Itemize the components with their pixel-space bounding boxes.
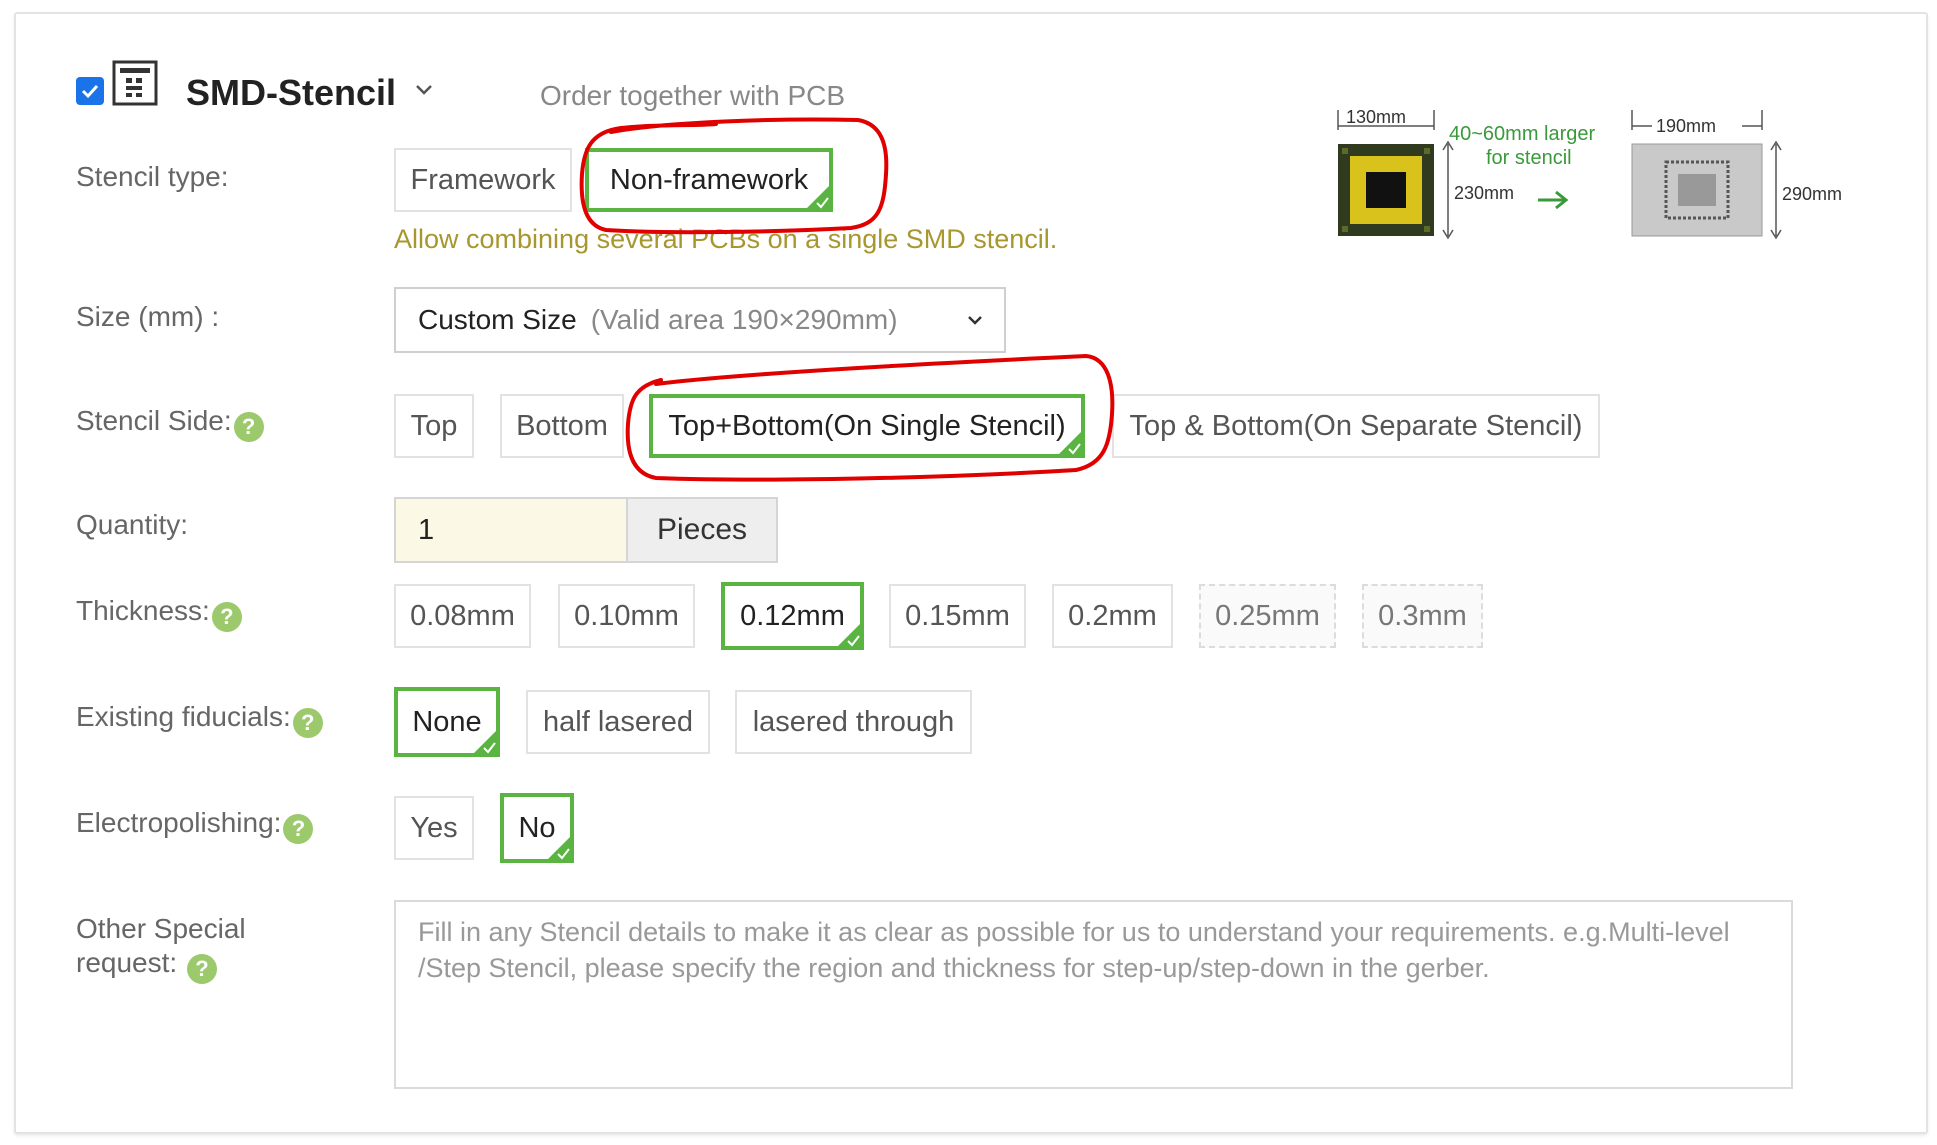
selected-check-icon: [836, 622, 862, 648]
fiducials-half-lasered[interactable]: half lasered: [526, 690, 710, 754]
stencil-side-bottom[interactable]: Bottom: [500, 394, 624, 458]
electropolishing-label-text: Electropolishing:: [76, 807, 282, 838]
dim-290: 290mm: [1782, 184, 1842, 204]
special-request-label-line1: Other Special: [76, 913, 246, 944]
size-sub: (Valid area 190×290mm): [590, 304, 898, 335]
smd-stencil-checkbox[interactable]: [76, 77, 104, 105]
help-icon[interactable]: ?: [292, 708, 323, 738]
selected-check-icon: [546, 835, 572, 861]
quantity-unit: Pieces: [626, 497, 778, 563]
thickness-0.25[interactable]: 0.25mm: [1199, 584, 1336, 648]
special-request-label-line2: request:: [76, 947, 178, 978]
size-label: Size (mm) :: [76, 301, 220, 332]
dim-230: 230mm: [1454, 183, 1514, 203]
annotation-circle-non-framework: [579, 117, 889, 235]
thickness-0.12[interactable]: 0.12mm: [721, 582, 864, 650]
stencil-side-label-text: Stencil Side:: [76, 405, 232, 436]
option-label: 0.12mm: [740, 600, 845, 632]
electropolishing-no[interactable]: No: [500, 793, 574, 863]
smd-stencil-panel: SMD-Stencil Order together with PCB 130m…: [14, 12, 1928, 1134]
special-request-textarea[interactable]: Fill in any Stencil details to make it a…: [394, 900, 1793, 1089]
stencil-side-top[interactable]: Top: [394, 394, 474, 458]
help-icon[interactable]: ?: [233, 412, 264, 442]
size-value: Custom Size: [418, 304, 577, 335]
thickness-0.2[interactable]: 0.2mm: [1052, 584, 1173, 648]
fiducials-label: Existing fiducials:?: [76, 700, 323, 738]
fiducials-label-text: Existing fiducials:: [76, 701, 291, 732]
help-icon[interactable]: ?: [186, 954, 217, 984]
diagram-note-2: for stencil: [1486, 147, 1572, 169]
quantity-label: Quantity:: [76, 509, 189, 540]
special-request-label: Other Special request: ?: [76, 912, 246, 984]
fiducials-lasered-through[interactable]: lasered through: [735, 690, 972, 754]
thickness-0.3[interactable]: 0.3mm: [1362, 584, 1483, 648]
thickness-0.10[interactable]: 0.10mm: [558, 584, 695, 648]
selected-check-icon: [472, 729, 498, 755]
dim-130: 130mm: [1346, 107, 1406, 127]
section-title: SMD-Stencil: [186, 72, 397, 113]
stencil-icon: [112, 60, 158, 106]
chevron-down-icon[interactable]: [414, 80, 434, 100]
stencil-type-label: Stencil type:: [76, 161, 229, 192]
thickness-label: Thickness:?: [76, 594, 242, 632]
electropolishing-label: Electropolishing:?: [76, 806, 314, 844]
thickness-0.15[interactable]: 0.15mm: [889, 584, 1026, 648]
stencil-side-top-bottom-separate[interactable]: Top & Bottom(On Separate Stencil): [1112, 394, 1600, 458]
fiducials-none[interactable]: None: [394, 687, 500, 757]
help-icon[interactable]: ?: [211, 602, 242, 632]
quantity-input[interactable]: 1: [394, 497, 626, 563]
stencil-side-label: Stencil Side:?: [76, 404, 264, 442]
dim-190: 190mm: [1656, 116, 1716, 136]
chevron-down-icon: [968, 316, 982, 325]
electropolishing-yes[interactable]: Yes: [394, 796, 474, 860]
stencil-type-framework[interactable]: Framework: [394, 148, 572, 212]
diagram-note-1: 40~60mm larger: [1449, 123, 1596, 145]
section-subtitle: Order together with PCB: [540, 80, 846, 111]
help-icon[interactable]: ?: [283, 814, 314, 844]
stencil-size-diagram: 130mm 230mm 40~60mm larger for stencil 1…: [1316, 102, 1876, 252]
thickness-0.08[interactable]: 0.08mm: [394, 584, 531, 648]
thickness-label-text: Thickness:: [76, 595, 210, 626]
annotation-circle-top-bottom: [625, 353, 1115, 482]
